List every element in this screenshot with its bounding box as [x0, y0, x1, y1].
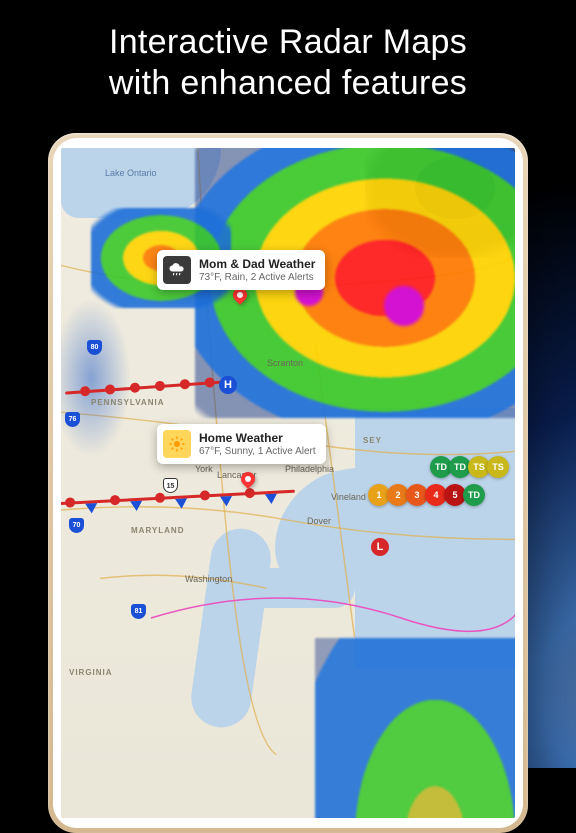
storm-marker[interactable]: TS	[487, 456, 509, 478]
callout-family-weather[interactable]: Mom & Dad Weather 73°F, Rain, 2 Active A…	[157, 250, 325, 290]
callout-home-weather[interactable]: Home Weather 67°F, Sunny, 1 Active Alert	[157, 424, 326, 464]
hwy-shield-80: 80	[87, 340, 102, 355]
sun-icon	[163, 430, 191, 458]
city-york: York	[195, 464, 213, 474]
radar-precip-offshore	[315, 638, 515, 818]
tablet-frame: H L PENNSYLVANIA MARYLAND VIRGINIA SEY S…	[48, 133, 528, 833]
hurricane-track-extension[interactable]: 12345TD	[371, 484, 485, 506]
radar-precip-west	[61, 298, 131, 458]
city-vineland: Vineland	[331, 492, 366, 502]
callout-title: Mom & Dad Weather	[199, 257, 315, 271]
hwy-shield-70: 70	[69, 518, 84, 533]
city-scranton: Scranton	[267, 358, 303, 368]
storm-marker[interactable]: TD	[463, 484, 485, 506]
city-philadelphia: Philadelphia	[285, 464, 334, 474]
rain-cloud-icon	[163, 256, 191, 284]
callout-subtitle: 73°F, Rain, 2 Active Alerts	[199, 272, 315, 283]
high-pressure-marker[interactable]: H	[219, 376, 237, 394]
callout-title: Home Weather	[199, 431, 316, 445]
hwy-shield-76: 76	[65, 412, 80, 427]
city-washington: Washington	[185, 574, 232, 584]
state-label-pennsylvania: PENNSYLVANIA	[91, 398, 165, 407]
hwy-shield-15: 15	[163, 478, 178, 493]
radar-map[interactable]: H L PENNSYLVANIA MARYLAND VIRGINIA SEY S…	[61, 148, 515, 818]
callout-subtitle: 67°F, Sunny, 1 Active Alert	[199, 446, 316, 457]
state-label-maryland: MARYLAND	[131, 526, 184, 535]
city-dover: Dover	[307, 516, 331, 526]
tablet-bezel: H L PENNSYLVANIA MARYLAND VIRGINIA SEY S…	[53, 138, 523, 828]
state-label-new-jersey: SEY	[363, 436, 382, 445]
state-label-virginia: VIRGINIA	[69, 668, 113, 677]
headline-text: Interactive Radar Maps with enhanced fea…	[0, 22, 576, 104]
lake-ontario-label: Lake Ontario	[105, 168, 157, 178]
hurricane-track[interactable]: TDTDTSTS	[433, 456, 509, 478]
hwy-shield-81: 81	[131, 604, 146, 619]
low-pressure-marker[interactable]: L	[371, 538, 389, 556]
